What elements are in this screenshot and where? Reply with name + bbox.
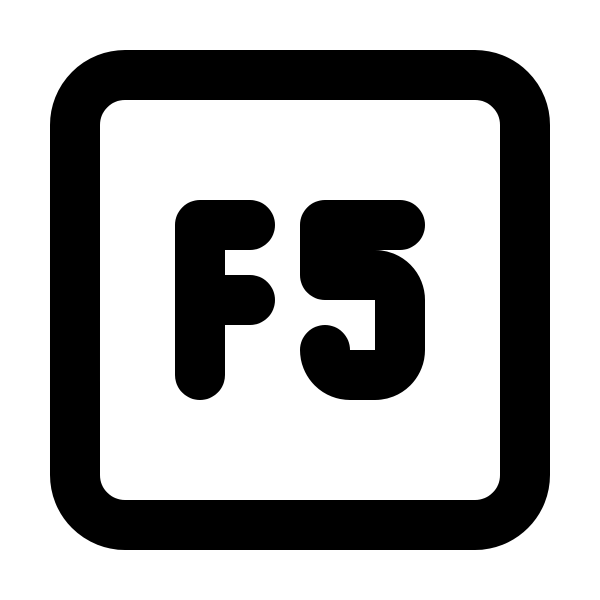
letter-f-glyph [175,200,275,400]
digit-5-glyph [300,200,425,400]
f5-key-icon [50,50,550,550]
keycap-outline [50,50,550,550]
icon-canvas: F5 [0,0,600,600]
